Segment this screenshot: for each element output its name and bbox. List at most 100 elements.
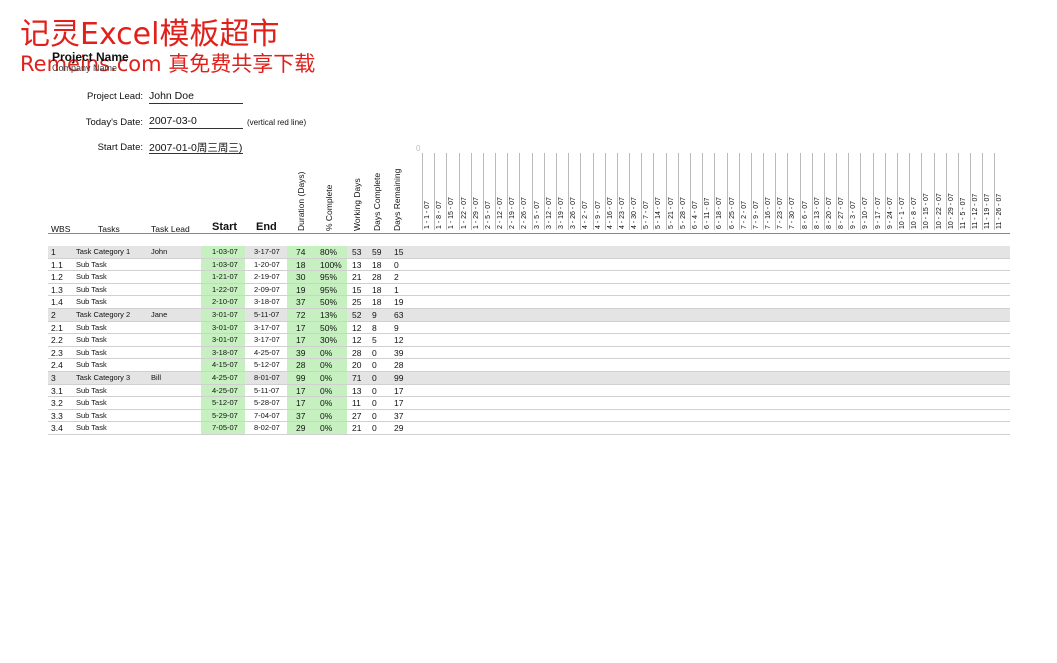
cell-wbs: 2.4 [51, 360, 63, 371]
cell-start: 3-01-07 [212, 322, 238, 332]
subtask-row[interactable]: 3.3 Sub Task 5-29-07 7-04-07 37 0% 27 0 37 [48, 409, 1010, 423]
cell-wbs: 1.1 [51, 259, 63, 270]
cell-done: 18 [372, 297, 382, 308]
cell-end: 1-20-07 [254, 259, 280, 269]
cell-rem: 29 [394, 423, 404, 434]
cell-dur: 17 [296, 322, 306, 333]
cell-start: 3-01-07 [212, 335, 238, 345]
week-label: 4 - 23 - 07 [618, 197, 626, 229]
cell-end: 8-01-07 [254, 373, 280, 382]
start-date-field[interactable]: 2007-01-0周三周三) [149, 140, 243, 154]
cell-wbs: 2.3 [51, 347, 63, 358]
week-label: 11 - 19 - 07 [984, 193, 992, 229]
cell-task: Sub Task [76, 272, 107, 282]
cell-rem: 0 [394, 259, 399, 270]
subtask-row[interactable]: 1.1 Sub Task 1-03-07 1-20-07 18 100% 13 18 0 [48, 258, 1010, 272]
project-lead-field[interactable]: John Doe [149, 90, 243, 104]
week-label: 4 - 2 - 07 [582, 200, 590, 229]
cell-work: 53 [352, 247, 362, 257]
cell-wbs: 1 [51, 247, 56, 257]
cell-wbs: 3.3 [51, 410, 63, 421]
cell-rem: 9 [394, 322, 399, 333]
week-column-divider [884, 153, 886, 230]
cell-work: 11 [352, 398, 361, 409]
cell-task: Task Category 2 [76, 310, 131, 319]
company-name: Company Name [52, 63, 118, 73]
cell-work: 21 [352, 423, 362, 434]
cell-end: 7-04-07 [254, 410, 280, 420]
cell-dur: 17 [296, 335, 306, 346]
subtask-row[interactable]: 2.4 Sub Task 4-15-07 5-12-07 28 0% 20 0 28 [48, 359, 1010, 372]
week-label: 6 - 4 - 07 [691, 200, 699, 229]
cell-work: 12 [352, 322, 362, 333]
cell-task: Sub Task [76, 297, 107, 307]
cell-start: 3-18-07 [212, 347, 238, 357]
week-column-divider [470, 153, 472, 230]
header-days-complete: Days Complete [372, 172, 382, 231]
cell-start: 4-25-07 [212, 385, 238, 395]
subtask-row[interactable]: 1.3 Sub Task 1-22-07 2-09-07 19 95% 15 18 1 [48, 283, 1010, 297]
week-column-divider [872, 153, 874, 230]
cell-done: 0 [372, 360, 377, 371]
subtask-row[interactable]: 3.1 Sub Task 4-25-07 5-11-07 17 0% 13 0 17 [48, 384, 1010, 398]
cell-work: 13 [352, 385, 362, 396]
cell-end: 3-17-07 [254, 322, 280, 332]
task-category-row[interactable]: 2 Task Category 2 Jane 3-01-07 5-11-07 72 13% 5… [48, 309, 1010, 322]
cell-rem: 17 [394, 398, 404, 409]
week-label: 5 - 21 - 07 [667, 197, 675, 229]
week-column-divider [422, 153, 423, 230]
subtask-row[interactable]: 2.1 Sub Task 3-01-07 3-17-07 17 50% 12 8 9 [48, 321, 1010, 335]
cell-task: Task Category 3 [76, 373, 131, 382]
cell-end: 5-28-07 [254, 398, 280, 408]
cell-rem: 19 [394, 297, 404, 308]
week-label: 9 - 17 - 07 [874, 197, 882, 229]
subtask-row[interactable]: 3.2 Sub Task 5-12-07 5-28-07 17 0% 11 0 17 [48, 397, 1010, 410]
task-category-row[interactable]: 1 Task Category 1 John 1-03-07 3-17-07 74 80% 5… [48, 246, 1010, 259]
week-label: 11 - 5 - 07 [959, 197, 967, 229]
week-label: 7 - 23 - 07 [777, 197, 785, 229]
week-label: 1 - 15 - 07 [448, 197, 456, 229]
task-category-row[interactable]: 3 Task Category 3 Bill 4-25-07 8-01-07 99 0% 71… [48, 372, 1010, 385]
cell-pct: 0% [320, 410, 333, 421]
week-column-divider [555, 153, 557, 230]
cell-task: Sub Task [76, 360, 107, 370]
cell-work: 25 [352, 297, 362, 308]
subtask-row[interactable]: 1.4 Sub Task 2-10-07 3-18-07 37 50% 25 18 19 [48, 296, 1010, 309]
today-date-field[interactable]: 2007-03-0 [149, 115, 243, 129]
cell-dur: 30 [296, 272, 306, 283]
cell-rem: 28 [394, 360, 404, 371]
cell-dur: 29 [296, 423, 306, 434]
cell-work: 27 [352, 410, 362, 421]
week-column-divider [543, 153, 545, 230]
cell-task: Sub Task [76, 335, 107, 345]
today-date-label: Today's Date: [85, 117, 143, 128]
cell-work: 20 [352, 360, 362, 371]
week-column-divider [677, 153, 679, 230]
header-divider [48, 233, 1010, 234]
subtask-row[interactable]: 3.4 Sub Task 7-05-07 8-02-07 29 0% 21 0 29 [48, 422, 1010, 435]
week-column-divider [604, 153, 606, 230]
week-label: 3 - 26 - 07 [570, 197, 578, 229]
subtask-row[interactable]: 2.3 Sub Task 3-18-07 4-25-07 39 0% 28 0 39 [48, 346, 1010, 360]
week-label: 1 - 22 - 07 [460, 197, 468, 229]
week-column-divider [750, 153, 752, 230]
week-column-divider [482, 153, 484, 230]
week-label: 8 - 6 - 07 [801, 200, 809, 229]
cell-pct: 13% [320, 310, 338, 320]
cell-end: 8-02-07 [254, 423, 280, 433]
cell-end: 2-19-07 [254, 272, 280, 282]
cell-start: 7-05-07 [212, 423, 238, 433]
cell-work: 15 [352, 284, 362, 295]
cell-dur: 17 [296, 385, 306, 396]
cell-pct: 0% [320, 373, 333, 383]
subtask-row[interactable]: 1.2 Sub Task 1-21-07 2-19-07 30 95% 21 28 2 [48, 271, 1010, 284]
cell-dur: 74 [296, 247, 306, 257]
week-label: 2 - 5 - 07 [484, 200, 492, 229]
timeline-zero: 0 [416, 144, 421, 153]
cell-task: Sub Task [76, 423, 107, 433]
cell-done: 28 [372, 272, 382, 283]
cell-done: 18 [372, 259, 382, 270]
subtask-row[interactable]: 2.2 Sub Task 3-01-07 3-17-07 17 30% 12 5 12 [48, 334, 1010, 347]
week-column-divider [702, 153, 704, 230]
header-start: Start [212, 221, 238, 233]
